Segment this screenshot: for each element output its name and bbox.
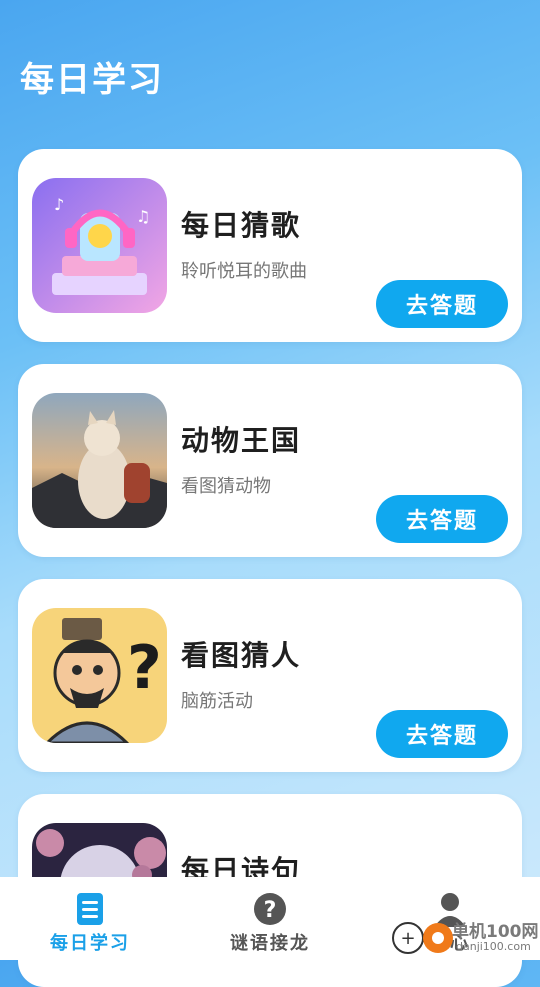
scholar-question-icon: ? bbox=[32, 608, 167, 743]
page-title: 每日学习 bbox=[20, 60, 164, 100]
watermark-text: 单机100网 bbox=[452, 922, 539, 942]
answer-button[interactable]: 去答题 bbox=[376, 710, 508, 758]
cat-photo-icon bbox=[32, 393, 167, 528]
svg-text:♪: ♪ bbox=[54, 195, 64, 214]
watermark-url: danji100.com bbox=[456, 940, 531, 953]
tab-label: 谜语接龙 bbox=[230, 933, 310, 954]
card-animal-kingdom[interactable]: 动物王国 看图猜动物 去答题 bbox=[18, 364, 522, 557]
card-guess-song[interactable]: ♪ ♫ 每日猜歌 聆听悦耳的歌曲 去答题 bbox=[18, 149, 522, 342]
svg-text:?: ? bbox=[264, 898, 277, 923]
tab-label: 每日学习 bbox=[50, 933, 130, 954]
question-circle-icon: ? bbox=[252, 891, 288, 927]
svg-text:?: ? bbox=[127, 633, 162, 703]
music-stage-icon: ♪ ♫ bbox=[32, 178, 167, 313]
card-title: 看图猜人 bbox=[181, 639, 302, 672]
svg-text:♫: ♫ bbox=[136, 207, 150, 226]
card-title: 每日猜歌 bbox=[181, 209, 302, 242]
svg-text:+: + bbox=[400, 928, 415, 949]
card-guess-person[interactable]: ? 看图猜人 脑筋活动 去答题 bbox=[18, 579, 522, 772]
answer-button[interactable]: 去答题 bbox=[376, 495, 508, 543]
card-subtitle: 看图猜动物 bbox=[181, 476, 271, 497]
card-subtitle: 脑筋活动 bbox=[181, 691, 253, 712]
card-subtitle: 聆听悦耳的歌曲 bbox=[181, 261, 307, 282]
tab-riddle-chain[interactable]: ? 谜语接龙 bbox=[180, 877, 360, 960]
tab-daily-study[interactable]: 每日学习 bbox=[0, 877, 180, 960]
document-list-icon bbox=[72, 891, 108, 927]
card-title: 动物王国 bbox=[181, 424, 302, 457]
answer-button[interactable]: 去答题 bbox=[376, 280, 508, 328]
